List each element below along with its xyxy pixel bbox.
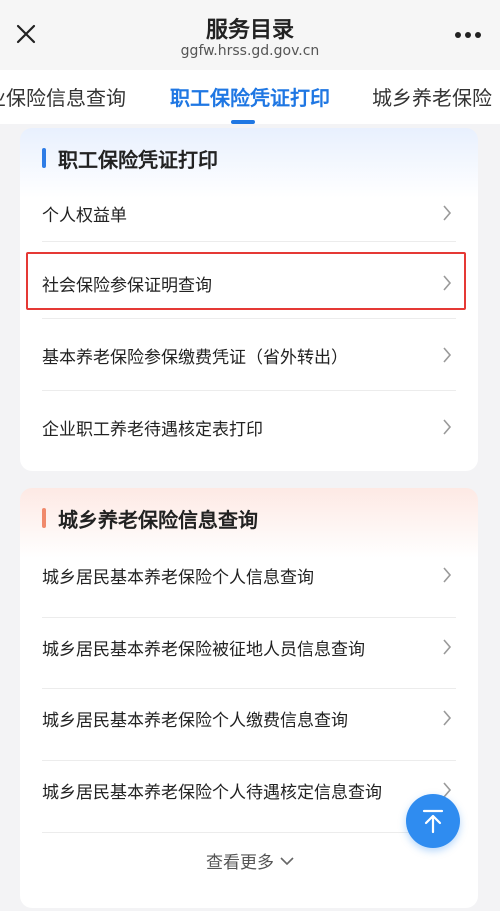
urban-rural-pension-section: 城乡养老保险信息查询 城乡居民基本养老保险个人信息查询 城乡居民基本养老保险被征…	[20, 488, 478, 908]
list-item-label: 城乡居民基本养老保险个人待遇核定信息查询	[42, 782, 382, 803]
tab-urban-rural-pension[interactable]: 城乡养老保险	[372, 82, 492, 111]
chevron-right-icon	[442, 204, 456, 222]
divider	[42, 617, 456, 618]
view-more-button[interactable]: 查看更多	[0, 848, 500, 873]
back-to-top-button[interactable]	[406, 794, 460, 848]
view-more-label: 查看更多	[206, 853, 274, 873]
list-item[interactable]: 城乡居民基本养老保险个人缴费信息查询	[42, 691, 456, 745]
section-header: 城乡养老保险信息查询	[42, 504, 258, 532]
section-marker	[42, 148, 46, 168]
page-title: 服务目录	[205, 18, 294, 43]
list-item-label: 城乡居民基本养老保险个人缴费信息查询	[42, 710, 348, 731]
divider	[42, 760, 456, 761]
section-header: 职工保险凭证打印	[42, 144, 218, 172]
divider	[42, 241, 456, 242]
list-item[interactable]: 城乡居民基本养老保险被征地人员信息查询	[42, 620, 456, 674]
tab-insurance-info[interactable]: 业保险信息查询	[0, 82, 126, 111]
list-item[interactable]: 城乡居民基本养老保险个人信息查询	[42, 548, 456, 602]
list-item-label: 城乡居民基本养老保险个人信息查询	[42, 567, 314, 588]
employee-certificate-section: 职工保险凭证打印 个人权益单 社会保险参保证明查询 基本养老保险参保缴费凭证（省…	[20, 128, 478, 471]
divider	[42, 688, 456, 689]
more-button[interactable]	[450, 20, 486, 50]
divider	[42, 832, 456, 833]
list-item-label: 城乡居民基本养老保险被征地人员信息查询	[42, 639, 365, 660]
chevron-right-icon	[442, 346, 456, 364]
list-item-label: 企业职工养老待遇核定表打印	[42, 419, 263, 440]
list-item-label: 社会保险参保证明查询	[42, 275, 212, 296]
list-item[interactable]: 企业职工养老待遇核定表打印	[42, 400, 456, 454]
chevron-down-icon	[280, 856, 294, 865]
list-item-label: 个人权益单	[42, 205, 127, 226]
list-item[interactable]: 社会保险参保证明查询	[42, 256, 456, 310]
tab-employee-certificate[interactable]: 职工保险凭证打印	[170, 82, 330, 111]
active-tab-indicator	[231, 120, 255, 124]
more-dots-icon	[455, 32, 481, 38]
header-bar: 服务目录 ggfw.hrss.gd.gov.cn	[0, 0, 500, 70]
chevron-right-icon	[442, 566, 456, 584]
list-item[interactable]: 城乡居民基本养老保险个人待遇核定信息查询	[42, 763, 456, 817]
list-item[interactable]: 基本养老保险参保缴费凭证（省外转出）	[42, 328, 456, 382]
chevron-right-icon	[442, 638, 456, 656]
section-title: 城乡养老保险信息查询	[58, 507, 258, 532]
list-item-label: 基本养老保险参保缴费凭证（省外转出）	[42, 347, 348, 368]
chevron-right-icon	[442, 709, 456, 727]
list-item[interactable]: 个人权益单	[42, 186, 456, 240]
chevron-right-icon	[442, 274, 456, 292]
category-tabs: 业保险信息查询 职工保险凭证打印 城乡养老保险	[0, 70, 500, 124]
divider	[42, 390, 456, 391]
section-marker	[42, 508, 46, 528]
page-domain: ggfw.hrss.gd.gov.cn	[180, 43, 320, 59]
divider	[42, 318, 456, 319]
back-to-top-icon	[422, 809, 444, 834]
chevron-right-icon	[442, 418, 456, 436]
section-title: 职工保险凭证打印	[58, 147, 218, 172]
